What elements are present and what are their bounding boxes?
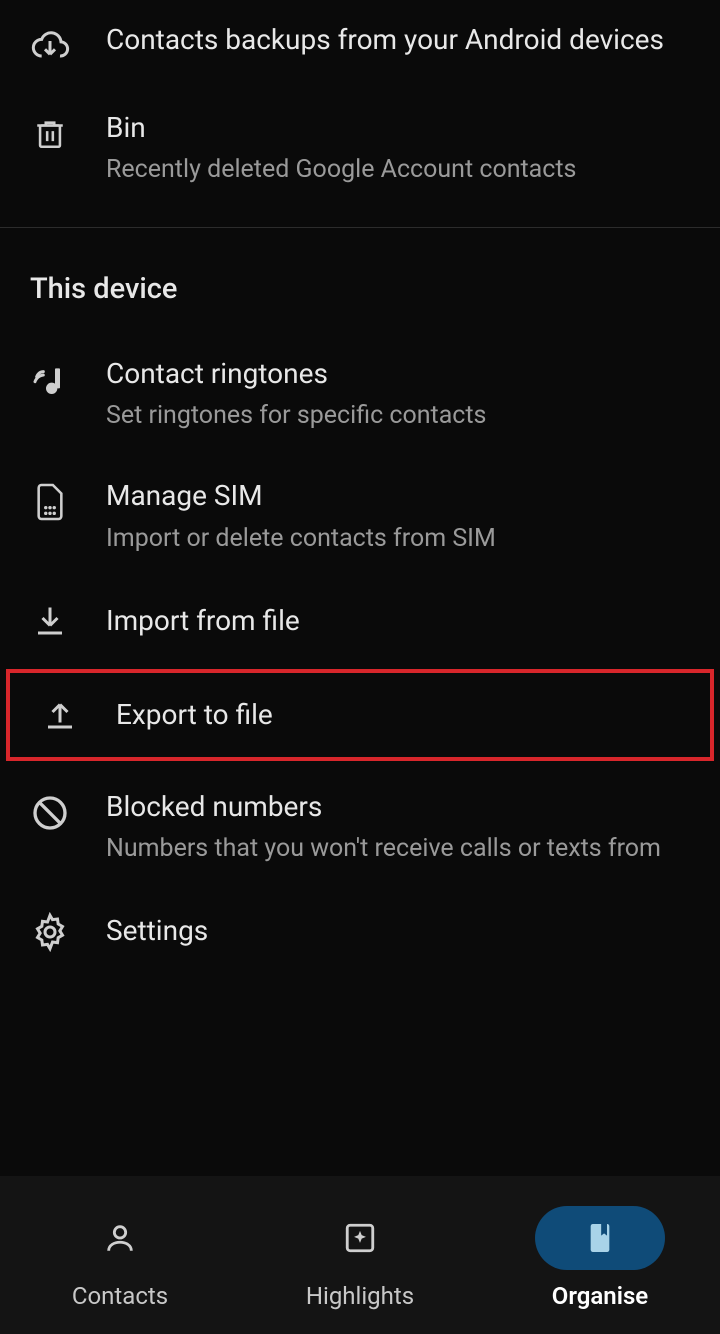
item-title: Contacts backups from your Android devic… bbox=[106, 22, 690, 58]
item-export-to-file[interactable]: Export to file bbox=[10, 673, 710, 757]
item-contact-ringtones[interactable]: Contact ringtones Set ringtones for spec… bbox=[0, 334, 720, 457]
item-title: Settings bbox=[106, 913, 690, 949]
sim-icon bbox=[30, 482, 70, 522]
settings-scroll[interactable]: Contacts backups from your Android devic… bbox=[0, 0, 720, 1176]
person-icon bbox=[103, 1221, 137, 1255]
highlight-annotation: Export to file bbox=[6, 669, 714, 761]
upload-arrow-icon bbox=[40, 695, 80, 735]
item-settings[interactable]: Settings bbox=[0, 890, 720, 974]
gear-icon bbox=[30, 912, 70, 952]
item-subtitle: Numbers that you won't receive calls or … bbox=[106, 831, 690, 867]
item-blocked-numbers[interactable]: Blocked numbers Numbers that you won't r… bbox=[0, 767, 720, 890]
item-subtitle: Set ringtones for specific contacts bbox=[106, 398, 690, 434]
nav-label: Contacts bbox=[72, 1282, 168, 1310]
item-title: Blocked numbers bbox=[106, 789, 690, 825]
item-title: Import from file bbox=[106, 603, 690, 639]
item-title: Manage SIM bbox=[106, 478, 690, 514]
nav-organise[interactable]: Organise bbox=[480, 1206, 720, 1310]
nav-contacts[interactable]: Contacts bbox=[0, 1206, 240, 1310]
item-title: Contact ringtones bbox=[106, 356, 690, 392]
item-manage-sim[interactable]: Manage SIM Import or delete contacts fro… bbox=[0, 456, 720, 579]
item-bin[interactable]: Bin Recently deleted Google Account cont… bbox=[0, 88, 720, 211]
item-contacts-backups[interactable]: Contacts backups from your Android devic… bbox=[0, 0, 720, 88]
section-header-device: This device bbox=[0, 228, 720, 334]
item-title: Export to file bbox=[116, 697, 680, 733]
download-arrow-icon bbox=[30, 601, 70, 641]
sparkle-box-icon bbox=[343, 1221, 377, 1255]
bottom-nav: Contacts Highlights Organise bbox=[0, 1176, 720, 1334]
cloud-download-icon bbox=[30, 26, 70, 66]
item-subtitle: Recently deleted Google Account contacts bbox=[106, 152, 690, 188]
block-icon bbox=[30, 793, 70, 833]
bookmark-icon bbox=[586, 1221, 614, 1255]
music-note-icon bbox=[30, 360, 70, 400]
item-title: Bin bbox=[106, 110, 690, 146]
trash-icon bbox=[30, 114, 70, 154]
nav-label: Highlights bbox=[306, 1282, 414, 1310]
item-import-from-file[interactable]: Import from file bbox=[0, 579, 720, 663]
nav-highlights[interactable]: Highlights bbox=[240, 1206, 480, 1310]
nav-label: Organise bbox=[552, 1282, 648, 1310]
item-subtitle: Import or delete contacts from SIM bbox=[106, 521, 690, 557]
